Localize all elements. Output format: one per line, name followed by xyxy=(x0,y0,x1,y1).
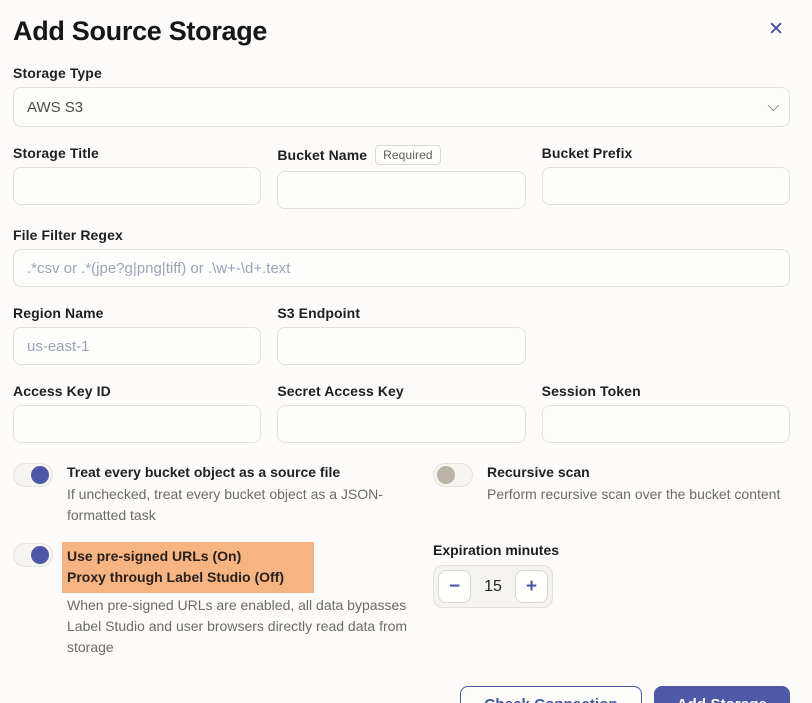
source-file-toggle[interactable] xyxy=(13,463,53,487)
region-name-group: Region Name xyxy=(13,305,261,365)
access-key-id-label: Access Key ID xyxy=(13,383,261,399)
check-connection-button[interactable]: Check Connection xyxy=(460,686,641,703)
page-title: Add Source Storage xyxy=(13,16,267,47)
session-token-group: Session Token xyxy=(542,383,790,443)
toggle-knob xyxy=(31,546,49,564)
close-icon[interactable]: ✕ xyxy=(762,16,790,43)
presigned-highlighted-label: Use pre-signed URLs (On) Proxy through L… xyxy=(62,542,314,593)
session-token-input[interactable] xyxy=(542,405,790,443)
bucket-row: Storage Title Bucket Name Required Bucke… xyxy=(13,145,790,209)
add-storage-button[interactable]: Add Storage xyxy=(654,686,790,703)
recursive-scan-toggle-item: Recursive scan Perform recursive scan ov… xyxy=(433,462,790,526)
source-file-toggle-label: Treat every bucket object as a source fi… xyxy=(67,462,412,482)
access-key-id-group: Access Key ID xyxy=(13,383,261,443)
storage-title-label: Storage Title xyxy=(13,145,261,161)
bucket-name-input[interactable] xyxy=(277,171,525,209)
required-badge: Required xyxy=(375,145,441,165)
file-filter-regex-label: File Filter Regex xyxy=(13,227,790,243)
bucket-name-label: Bucket Name xyxy=(277,147,367,163)
storage-type-label: Storage Type xyxy=(13,65,790,81)
storage-title-group: Storage Title xyxy=(13,145,261,209)
bucket-prefix-label: Bucket Prefix xyxy=(542,145,790,161)
session-token-label: Session Token xyxy=(542,383,790,399)
recursive-scan-toggle[interactable] xyxy=(433,463,473,487)
credentials-row: Access Key ID Secret Access Key Session … xyxy=(13,383,790,443)
bucket-prefix-group: Bucket Prefix xyxy=(542,145,790,209)
s3-endpoint-input[interactable] xyxy=(277,327,525,365)
dialog-footer: Check Connection Add Storage xyxy=(13,686,790,703)
recursive-scan-toggle-label: Recursive scan xyxy=(487,462,780,482)
dialog-header: Add Source Storage ✕ xyxy=(13,16,790,47)
decrement-button[interactable]: − xyxy=(438,570,471,603)
access-key-id-input[interactable] xyxy=(13,405,261,443)
expiration-minutes-label: Expiration minutes xyxy=(433,542,790,558)
expiration-minutes-value: 15 xyxy=(471,578,515,596)
expiration-minutes-stepper: − 15 + xyxy=(433,565,553,608)
storage-type-value: AWS S3 xyxy=(27,99,83,116)
chevron-down-icon xyxy=(768,100,779,111)
presigned-label-line1: Use pre-signed URLs (On) xyxy=(67,546,284,566)
options-section: Treat every bucket object as a source fi… xyxy=(13,462,790,658)
region-row: Region Name S3 Endpoint xyxy=(13,305,790,365)
secret-access-key-group: Secret Access Key xyxy=(277,383,525,443)
secret-access-key-input[interactable] xyxy=(277,405,525,443)
storage-type-select[interactable]: AWS S3 xyxy=(13,87,790,127)
region-name-label: Region Name xyxy=(13,305,261,321)
s3-endpoint-group: S3 Endpoint xyxy=(277,305,525,365)
presigned-urls-toggle[interactable] xyxy=(13,543,53,567)
source-file-toggle-item: Treat every bucket object as a source fi… xyxy=(13,462,413,526)
recursive-scan-toggle-description: Perform recursive scan over the bucket c… xyxy=(487,484,780,505)
storage-type-group: Storage Type AWS S3 xyxy=(13,65,790,127)
presigned-toggle-description: When pre-signed URLs are enabled, all da… xyxy=(67,595,412,658)
bucket-name-group: Bucket Name Required xyxy=(277,145,525,209)
file-filter-regex-input[interactable] xyxy=(13,249,790,287)
s3-endpoint-label: S3 Endpoint xyxy=(277,305,525,321)
toggle-knob xyxy=(437,466,455,484)
increment-button[interactable]: + xyxy=(515,570,548,603)
region-name-input[interactable] xyxy=(13,327,261,365)
source-file-toggle-description: If unchecked, treat every bucket object … xyxy=(67,484,412,526)
expiration-group: Expiration minutes − 15 + xyxy=(433,542,790,658)
add-source-storage-dialog: Add Source Storage ✕ Storage Type AWS S3… xyxy=(0,0,812,703)
secret-access-key-label: Secret Access Key xyxy=(277,383,525,399)
presigned-label-line2: Proxy through Label Studio (Off) xyxy=(67,567,284,587)
presigned-toggle-item: Use pre-signed URLs (On) Proxy through L… xyxy=(13,542,413,658)
storage-title-input[interactable] xyxy=(13,167,261,205)
bucket-prefix-input[interactable] xyxy=(542,167,790,205)
toggle-knob xyxy=(31,466,49,484)
file-filter-group: File Filter Regex xyxy=(13,227,790,287)
